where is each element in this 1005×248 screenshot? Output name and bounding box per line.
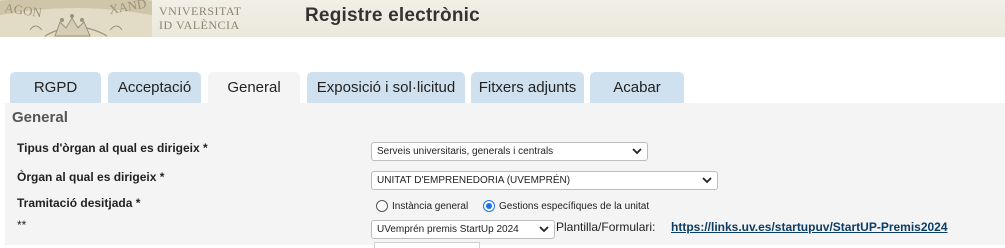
tramitacio-label: Tramitació desitjada *	[17, 196, 141, 210]
next-field-box[interactable]	[374, 242, 480, 248]
organ-value: UNITAT D'EMPRENEDORIA (UVEMPRÉN)	[377, 175, 571, 186]
radio-button-checked[interactable]	[483, 200, 495, 212]
organ-label: Òrgan al qual es dirigeix *	[17, 170, 165, 184]
university-name-logo: VNIVERSITAT ID VALÈNCIA	[159, 4, 249, 34]
university-seal-logo: AGON XAND	[0, 0, 152, 37]
tab-rgpd[interactable]: RGPD	[10, 72, 101, 103]
chevron-down-icon	[702, 177, 712, 184]
section-title: General	[12, 109, 68, 126]
tab-exposicio-sollicitud[interactable]: Exposició i sol·licitud	[307, 72, 465, 103]
procediment-value: UVemprén premis StartUp 2024	[377, 224, 519, 235]
logo-line-2: ID VALÈNCIA	[159, 18, 240, 32]
organ-select[interactable]: UNITAT D'EMPRENEDORIA (UVEMPRÉN)	[371, 171, 718, 190]
radio-label: Instància general	[392, 201, 469, 212]
tipus-organ-label: Tipus d'òrgan al qual es dirigeix *	[17, 141, 208, 155]
plantilla-label: Plantilla/Formulari:	[556, 220, 656, 234]
plantilla-link[interactable]: https://links.uv.es/startupuv/StartUP-Pr…	[671, 220, 948, 234]
tab-acabar[interactable]: Acabar	[590, 72, 684, 103]
tab-general[interactable]: General	[208, 72, 300, 103]
chevron-down-icon	[539, 226, 549, 233]
chevron-down-icon	[632, 148, 642, 155]
page-title: Registre electrònic	[305, 5, 480, 26]
radio-button[interactable]	[376, 200, 388, 212]
tipus-organ-value: Serveis universitaris, generals i centra…	[377, 146, 554, 157]
tab-fitxers-adjunts[interactable]: Fitxers adjunts	[471, 72, 584, 103]
logo-line-1: VNIVERSITAT	[159, 4, 242, 18]
general-form-panel: General Tipus d'òrgan al qual es dirigei…	[5, 103, 1005, 248]
procediment-select[interactable]: UVemprén premis StartUp 2024	[371, 220, 555, 239]
tab-acceptacio[interactable]: Acceptació	[108, 72, 201, 103]
radio-label: Gestions específiques de la unitat	[499, 201, 650, 212]
site-header: AGON XAND VNIVERSITAT ID VALÈNCIA Regist…	[0, 0, 1005, 37]
procediment-label: **	[17, 218, 27, 232]
tipus-organ-select[interactable]: Serveis universitaris, generals i centra…	[371, 142, 648, 161]
